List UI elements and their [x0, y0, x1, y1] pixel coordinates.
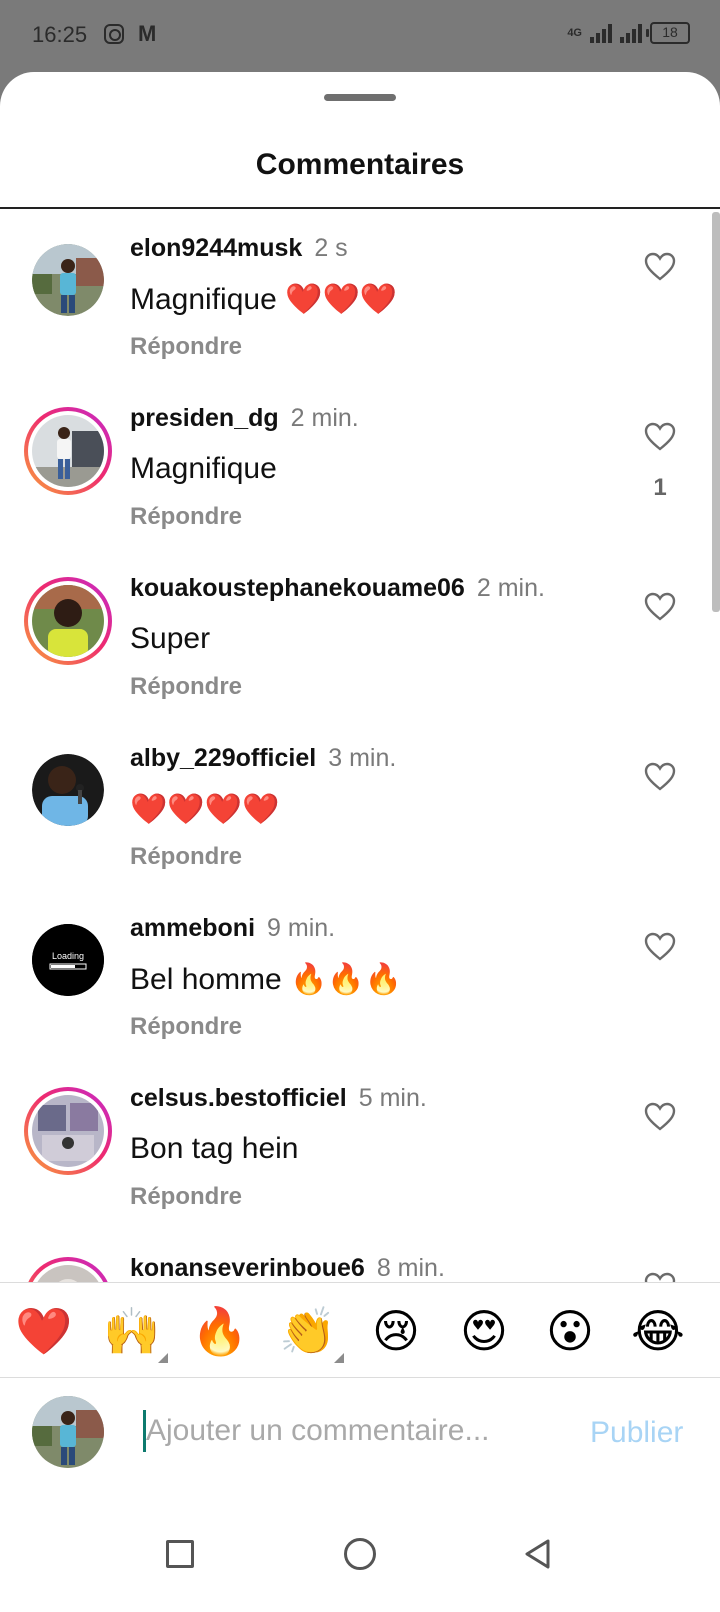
comment-time: 2 min.: [290, 404, 359, 432]
reply-button[interactable]: Répondre: [130, 333, 242, 361]
comment-time: 9 min.: [267, 914, 336, 942]
comment-username[interactable]: konanseverinboue6: [130, 1254, 365, 1282]
system-navigation-bar: [0, 1484, 720, 1574]
status-bar: 16:25 M 4G 18: [0, 0, 720, 72]
heart-outline-icon[interactable]: [644, 422, 676, 452]
heart-outline-icon[interactable]: [644, 592, 676, 622]
reaction-heart-button[interactable]: ❤️: [14, 1301, 74, 1361]
comment-time: 5 min.: [358, 1084, 427, 1112]
avatar-photo: [32, 415, 104, 487]
comment-text: Bon tag hein: [130, 1132, 299, 1165]
reply-button[interactable]: Répondre: [130, 503, 242, 531]
comment-item: kouakoustephanekouame06 2 min. Super Répo…: [0, 550, 700, 725]
quick-reactions-bar: ❤️ 🙌 🔥 👏 😢 😍 😮 😂: [0, 1282, 720, 1378]
comment-time: 2 min.: [476, 574, 545, 602]
avatar[interactable]: [32, 754, 104, 826]
comments-list[interactable]: elon9244musk 2 s Magnifique ❤️❤️❤️ Répond…: [0, 210, 720, 1392]
avatar-photo: [32, 1095, 104, 1167]
avatar-story-ring[interactable]: [24, 1087, 112, 1175]
heart-outline-icon[interactable]: [644, 932, 676, 962]
reaction-laughing-button[interactable]: 😂: [628, 1301, 688, 1361]
reply-button[interactable]: Répondre: [130, 1183, 242, 1211]
comment-header: elon9244musk 2 s: [130, 234, 348, 263]
avatar-photo: [32, 244, 104, 316]
comment-item: alby_229officiel 3 min. ❤️❤️❤️❤️ Répondre: [0, 720, 700, 895]
signal-icon-2: [620, 23, 642, 43]
reply-button[interactable]: Répondre: [130, 1013, 242, 1041]
comment-username[interactable]: elon9244musk: [130, 234, 302, 262]
heart-outline-icon[interactable]: [644, 252, 676, 282]
comment-header: konanseverinboue6 8 min.: [130, 1254, 445, 1283]
triangle-back-icon[interactable]: [522, 1538, 554, 1570]
comments-sheet: Commentaires elon9244musk 2 s Magnifique…: [0, 72, 720, 1612]
loading-avatar-text: Loading: [52, 951, 84, 961]
reaction-raised-hands-button[interactable]: 🙌: [102, 1301, 162, 1361]
comment-composer: Publier: [0, 1378, 720, 1484]
comment-item: Loading ammeboni 9 min. Bel homme 🔥🔥🔥 Rép…: [0, 890, 700, 1065]
reaction-clap-button[interactable]: 👏: [278, 1301, 338, 1361]
comment-text: Magnifique ❤️❤️❤️: [130, 283, 398, 316]
comment-username[interactable]: alby_229officiel: [130, 744, 316, 772]
comment-item: elon9244musk 2 s Magnifique ❤️❤️❤️ Répond…: [0, 210, 700, 385]
avatar-story-ring[interactable]: [24, 407, 112, 495]
reaction-fire-button[interactable]: 🔥: [190, 1301, 250, 1361]
comment-text: Bel homme 🔥🔥🔥: [130, 963, 403, 996]
title-divider: [0, 207, 720, 209]
skin-tone-corner-icon: [158, 1353, 168, 1363]
comment-time: 3 min.: [328, 744, 397, 772]
comment-username[interactable]: kouakoustephanekouame06: [130, 574, 465, 602]
comment-text: ❤️❤️❤️❤️: [130, 793, 280, 826]
comment-input[interactable]: [146, 1404, 556, 1458]
reaction-heart-eyes-button[interactable]: 😍: [454, 1301, 514, 1361]
avatar: [32, 1396, 104, 1468]
comment-time: 2 s: [314, 234, 348, 262]
comment-header: alby_229officiel 3 min.: [130, 744, 396, 773]
comment-header: kouakoustephanekouame06 2 min.: [130, 574, 545, 603]
comment-username[interactable]: ammeboni: [130, 914, 255, 942]
heart-outline-icon[interactable]: [644, 762, 676, 792]
avatar-photo: [32, 1396, 104, 1468]
comment-text: Magnifique: [130, 452, 277, 485]
avatar-photo: [32, 754, 104, 826]
avatar-story-ring[interactable]: [24, 577, 112, 665]
status-indicators: 4G 18: [567, 22, 690, 44]
comment-username[interactable]: presiden_dg: [130, 404, 279, 432]
skin-tone-corner-icon: [334, 1353, 344, 1363]
comment-item: celsus.bestofficiel 5 min. Bon tag hein R…: [0, 1060, 700, 1235]
loading-logo-avatar: Loading: [32, 924, 104, 996]
square-icon[interactable]: [166, 1540, 194, 1568]
reaction-surprised-button[interactable]: 😮: [540, 1301, 600, 1361]
gmail-notification-icon: M: [138, 21, 157, 46]
like-count[interactable]: 1: [644, 474, 676, 502]
comment-item: presiden_dg 2 min. Magnifique Répondre 1: [0, 380, 700, 555]
circle-icon[interactable]: [344, 1538, 376, 1570]
drag-handle[interactable]: [324, 94, 396, 101]
status-time: 16:25: [32, 22, 88, 47]
signal-icon: [590, 23, 612, 43]
battery-icon: 18: [646, 22, 690, 44]
avatar[interactable]: [32, 244, 104, 316]
network-type-label: 4G: [567, 27, 582, 39]
instagram-notification-icon: [104, 24, 124, 44]
comment-text: Super: [130, 622, 211, 655]
comment-time: 8 min.: [376, 1254, 445, 1282]
comment-header: presiden_dg 2 min.: [130, 404, 359, 433]
avatar-photo: [32, 585, 104, 657]
scrollbar[interactable]: [712, 212, 720, 612]
heart-outline-icon[interactable]: [644, 1102, 676, 1132]
publish-button[interactable]: Publier: [590, 1416, 683, 1450]
reply-button[interactable]: Répondre: [130, 843, 242, 871]
reply-button[interactable]: Répondre: [130, 673, 242, 701]
comment-header: ammeboni 9 min.: [130, 914, 335, 943]
comment-header: celsus.bestofficiel 5 min.: [130, 1084, 427, 1113]
avatar[interactable]: Loading: [32, 924, 104, 996]
reaction-crying-button[interactable]: 😢: [366, 1301, 426, 1361]
comment-username[interactable]: celsus.bestofficiel: [130, 1084, 347, 1112]
sheet-title: Commentaires: [255, 148, 465, 181]
